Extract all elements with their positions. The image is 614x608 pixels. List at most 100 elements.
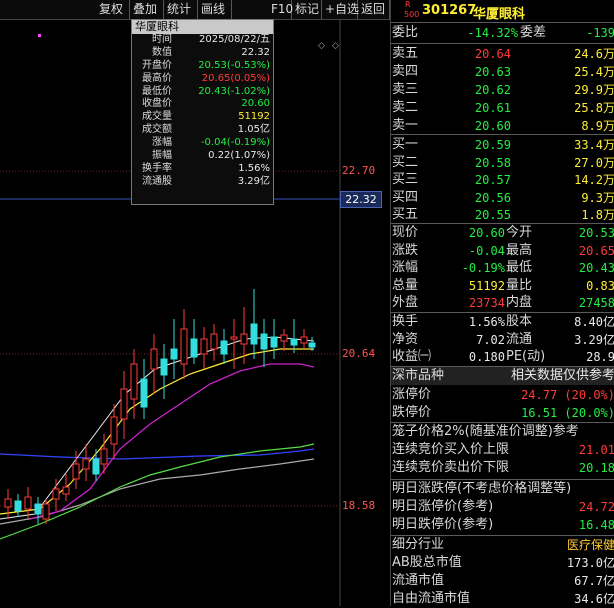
toolbar-stats-button[interactable]: 统计 — [164, 0, 198, 19]
ask-volume: 25.4万 — [574, 65, 614, 79]
tomorrow-title-row: 明日涨跌停(不考虑价格调整等) — [391, 480, 614, 498]
weicha-value: -139 — [586, 26, 614, 40]
ask-row[interactable]: 卖二 20.61 25.8万 — [391, 99, 614, 117]
bid-volume: 27.0万 — [574, 155, 614, 170]
price-label-low: 18.58 — [342, 499, 376, 512]
candle-body — [14, 500, 22, 512]
limit-row-label: 涨停价 — [392, 387, 432, 402]
tooltip-value: 0.22(1.07%) — [208, 150, 270, 162]
candle-body — [100, 448, 108, 465]
ask-price: 20.63 — [474, 65, 511, 79]
limit-row-value: 16.51 (20.0%) — [521, 406, 614, 420]
marker-dot — [38, 34, 41, 37]
tooltip-key: 开盘价 — [142, 59, 172, 71]
bid-row[interactable]: 买五 20.55 1.8万 — [391, 206, 614, 224]
tomorrow-row-label: 明日跌停价(参考) — [392, 517, 494, 532]
stock-code: 301267 — [422, 3, 477, 18]
weicha-label: 委差 — [520, 25, 547, 40]
ask-label: 卖五 — [392, 46, 419, 61]
toolbar-mark-button[interactable]: 标记 — [292, 0, 322, 19]
quote-label: 现价 — [392, 225, 419, 240]
candle-body — [92, 458, 100, 475]
cage-row-value: 20.18 — [578, 461, 614, 475]
quote-value: -0.04 — [468, 243, 505, 258]
tooltip-key: 最低价 — [142, 85, 172, 97]
tooltip-key: 收盘价 — [142, 98, 172, 110]
industry-row: 细分行业 医疗保健 — [391, 536, 614, 554]
fund-label: 收益㈠ — [392, 349, 432, 364]
candle-body — [200, 338, 208, 355]
price-label-mid: 20.64 — [342, 347, 376, 360]
bid-volume: 9.3万 — [581, 190, 614, 205]
ma-line-magenta — [29, 363, 315, 520]
chart-toolbar: 复权 叠加 统计 画线 F10 标记 +自选 返回 — [0, 0, 390, 20]
candle-body — [210, 333, 218, 350]
bid-row[interactable]: 买四 20.56 9.3万 — [391, 189, 614, 207]
toolbar-draw-button[interactable]: 画线 — [198, 0, 232, 19]
industry-row-value: 医疗保健 — [566, 538, 614, 552]
tooltip-key: 流通股 — [142, 175, 172, 187]
candle-body — [308, 342, 316, 348]
toolbar-back-button[interactable]: 返回 — [358, 0, 390, 19]
fund-label: 净资 — [392, 331, 419, 347]
industry-row-label: AB股总市值 — [392, 555, 462, 570]
industry-row-label: 流通市值 — [392, 573, 445, 588]
fundamental-row: 收益㈠ 0.180 PE(动) 28.9 — [391, 348, 614, 366]
bid-row[interactable]: 买一 20.59 33.4万 — [391, 136, 614, 154]
bid-volume: 33.4万 — [574, 138, 614, 152]
ask-label: 卖二 — [392, 100, 419, 115]
candle-body — [160, 358, 168, 376]
tooltip-row: 振幅 0.22(1.07%) — [132, 150, 273, 163]
tooltip-key: 换手率 — [142, 162, 172, 174]
ask-row[interactable]: 卖五 20.64 24.6万 — [391, 45, 614, 63]
candle-body — [300, 336, 308, 344]
ask-volume: 25.8万 — [574, 101, 614, 115]
bid-label: 买四 — [392, 189, 419, 205]
bid-row[interactable]: 买三 20.57 14.2万 — [391, 171, 614, 189]
ask-row[interactable]: 卖四 20.63 25.4万 — [391, 63, 614, 81]
candle-body — [4, 498, 12, 508]
toolbar-overlay-button[interactable]: 叠加 — [130, 0, 164, 19]
ask-row[interactable]: 卖一 20.60 8.9万 — [391, 117, 614, 135]
tooltip-row: 最低价 20.43(-1.02%) — [132, 86, 273, 99]
tooltip-value: 3.29亿 — [237, 175, 270, 187]
quote-row: 总量 51192 量比 0.83 — [391, 277, 614, 295]
fundamental-row: 净资 7.02 流通 3.29亿 — [391, 331, 614, 349]
bid-price: 20.57 — [474, 173, 511, 187]
toolbar-f10-button[interactable]: F10 — [268, 0, 293, 19]
cage-title-row: 笼子价格2%(随基准价调整)参考 — [391, 423, 614, 441]
candle-body — [130, 363, 138, 400]
chevron-left-icon[interactable]: ◇ — [318, 41, 325, 51]
bid-volume: 14.2万 — [574, 173, 614, 187]
candle-body — [250, 323, 258, 345]
tooltip-key: 成交额 — [142, 124, 172, 136]
tomorrow-row-label: 明日涨停价(参考) — [392, 499, 494, 514]
industry-row-value: 173.0亿 — [566, 556, 614, 570]
candle-body — [150, 348, 158, 370]
quote-value-2: 27458 — [578, 296, 614, 310]
quote-label-2: 内盘 — [506, 295, 533, 310]
toolbar-fuquan-button[interactable]: 复权 — [96, 0, 130, 19]
candle-body — [120, 388, 128, 420]
chevron-right-icon[interactable]: ◇ — [332, 41, 339, 51]
quote-panel: R 500 301267 华厦眼科 委比 -14.32% 委差 -139 卖五 2… — [390, 0, 614, 606]
stock-name: 华厦眼科 — [473, 7, 526, 22]
industry-row-value: 67.7亿 — [574, 574, 614, 588]
bid-price: 20.56 — [474, 190, 511, 205]
quote-label-2: 最低 — [506, 260, 533, 275]
kline-chart[interactable]: 22.70 20.64 18.58 22.32 ◇ ◇ 华厦眼科 时间 2025/… — [0, 19, 390, 606]
tooltip-key: 时间 — [152, 34, 172, 45]
toolbar-add-watchlist-button[interactable]: +自选 — [322, 0, 359, 19]
tooltip-value: 1.05亿 — [237, 124, 270, 136]
fund-label-2: 股本 — [506, 314, 533, 329]
candle-body — [82, 458, 90, 470]
industry-row-value: 34.6亿 — [574, 592, 614, 606]
ask-row[interactable]: 卖三 20.62 29.9万 — [391, 81, 614, 99]
ask-volume: 24.6万 — [574, 47, 614, 61]
bid-row[interactable]: 买二 20.58 27.0万 — [391, 154, 614, 172]
bid-price: 20.55 — [474, 208, 511, 222]
candle-body — [220, 340, 228, 355]
candle-body — [270, 336, 278, 348]
cage-row-label: 连续竞价买入价上限 — [392, 442, 510, 457]
tooltip-value: 20.60 — [241, 98, 270, 110]
